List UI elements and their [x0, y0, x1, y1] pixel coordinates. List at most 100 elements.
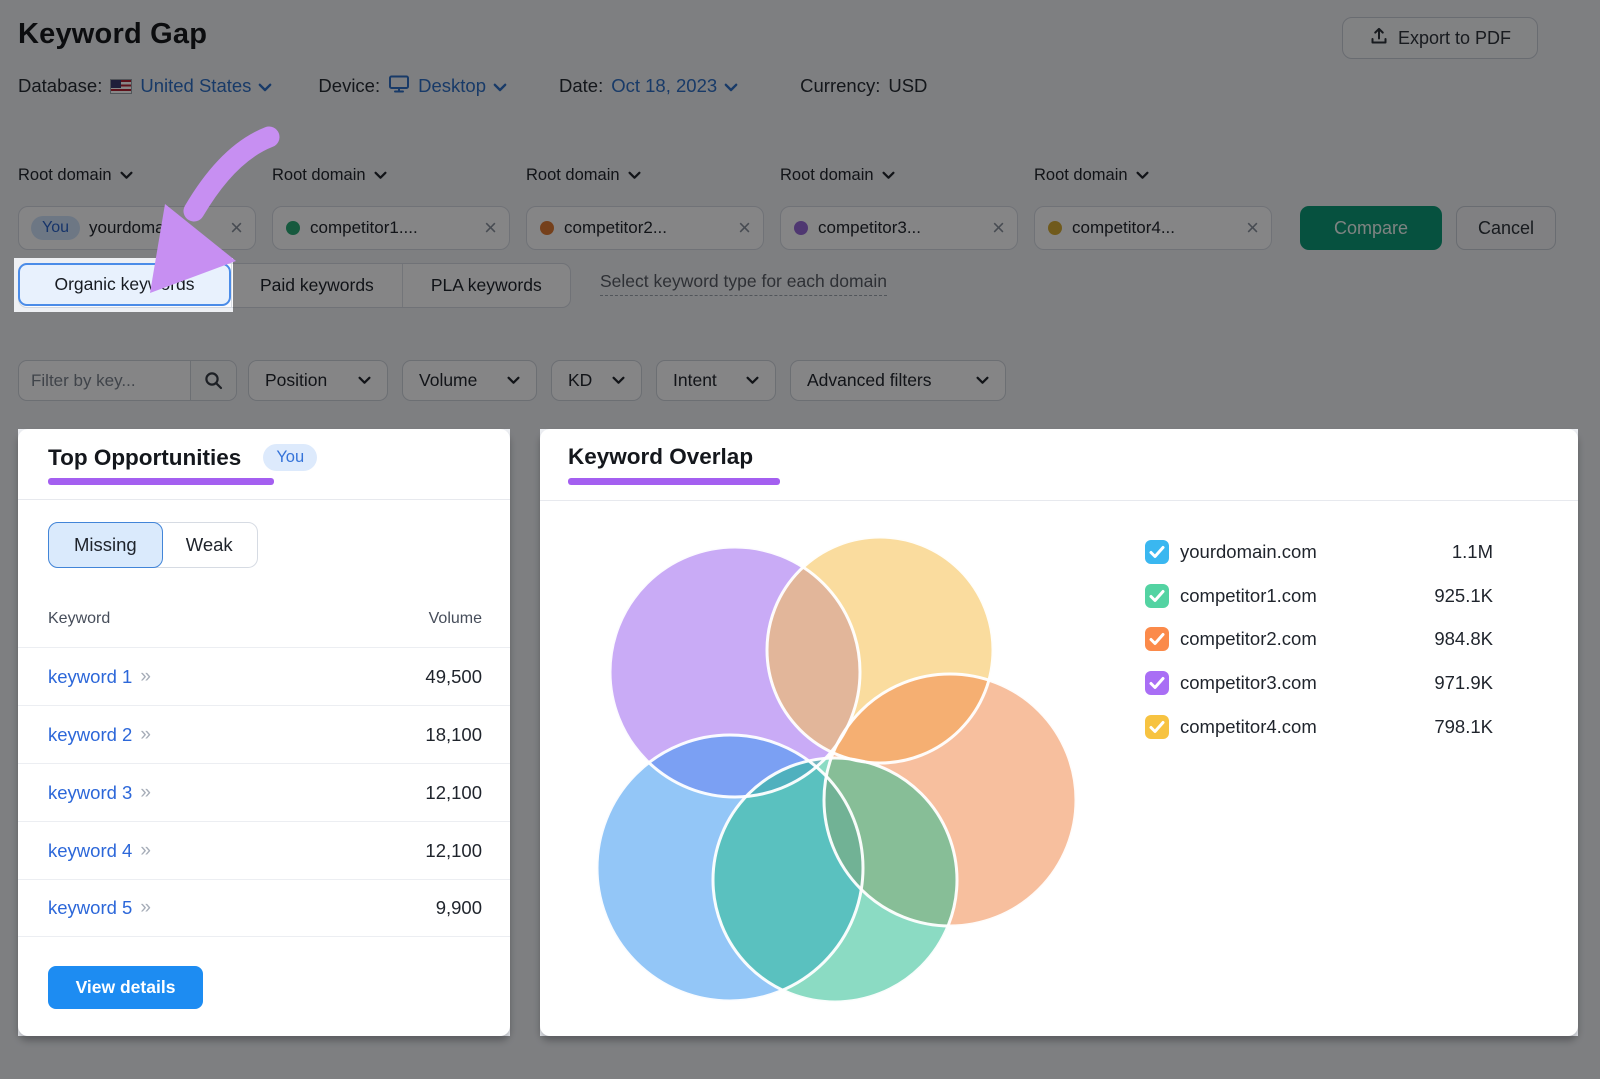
root-domain-dropdown-1[interactable]: Root domain	[18, 166, 133, 185]
legend-domain: competitor4.com	[1180, 716, 1317, 738]
checked-checkbox-icon[interactable]	[1145, 627, 1169, 651]
us-flag-icon	[110, 79, 132, 94]
keyword-link[interactable]: keyword 4	[48, 840, 132, 862]
export-to-pdf-button[interactable]: Export to PDF	[1342, 17, 1538, 59]
remove-domain-icon[interactable]: ×	[484, 217, 497, 239]
open-keyword-icon[interactable]: »	[140, 897, 150, 919]
keyword-link[interactable]: keyword 2	[48, 724, 132, 746]
legend-keyword-count: 984.8K	[1434, 628, 1493, 650]
domain-chip-competitor2[interactable]: competitor2... ×	[526, 206, 764, 250]
intent-filter-dropdown[interactable]: Intent	[656, 360, 776, 401]
legend-keyword-count: 798.1K	[1434, 716, 1493, 738]
column-header-volume: Volume	[429, 610, 482, 628]
search-button[interactable]	[190, 361, 236, 400]
table-row: keyword 4 » 12,100	[18, 821, 510, 879]
device-value[interactable]: Desktop	[418, 75, 486, 97]
chevron-down-icon	[507, 376, 520, 385]
date-label: Date:	[559, 75, 603, 97]
remove-domain-icon[interactable]: ×	[230, 217, 243, 239]
advanced-filters-dropdown[interactable]: Advanced filters	[790, 360, 1006, 401]
you-badge: You	[263, 444, 317, 471]
domain-color-dot	[1047, 220, 1063, 236]
database-value[interactable]: United States	[140, 75, 251, 97]
domain-color-dot	[793, 220, 809, 236]
root-domain-dropdown-2[interactable]: Root domain	[272, 166, 387, 185]
volume-filter-dropdown[interactable]: Volume	[402, 360, 537, 401]
compare-button[interactable]: Compare	[1300, 206, 1442, 250]
divider	[540, 500, 1578, 501]
root-domain-dropdown-5[interactable]: Root domain	[1034, 166, 1149, 185]
device-selector[interactable]: Device: Desktop	[318, 74, 507, 99]
open-keyword-icon[interactable]: »	[140, 666, 150, 688]
toggle-weak[interactable]: Weak	[162, 523, 257, 567]
report-settings-bar: Database: United States Device: Desktop	[18, 72, 927, 100]
chevron-down-icon	[374, 171, 387, 180]
keyword-volume: 12,100	[425, 840, 482, 862]
legend-domain: yourdomain.com	[1180, 541, 1317, 563]
legend-keyword-count: 925.1K	[1434, 585, 1493, 607]
annotation-underline	[568, 478, 780, 485]
keyword-link[interactable]: keyword 3	[48, 782, 132, 804]
chevron-down-icon	[882, 171, 895, 180]
tab-organic-keywords[interactable]: Organic keywords	[18, 263, 231, 306]
keyword-volume: 9,900	[436, 897, 482, 919]
domain-chip-competitor1[interactable]: competitor1.... ×	[272, 206, 510, 250]
domain-chip-text: yourdoma...	[89, 218, 179, 238]
kd-filter-dropdown[interactable]: KD	[551, 360, 642, 401]
checked-checkbox-icon[interactable]	[1145, 671, 1169, 695]
date-value[interactable]: Oct 18, 2023	[611, 75, 717, 97]
keyword-overlap-venn-chart[interactable]	[560, 505, 1100, 1030]
keyword-filter-input[interactable]	[19, 371, 190, 391]
chevron-down-icon	[746, 376, 759, 385]
checked-checkbox-icon[interactable]	[1145, 715, 1169, 739]
divider	[18, 499, 510, 500]
position-filter-dropdown[interactable]: Position	[248, 360, 388, 401]
view-details-button[interactable]: View details	[48, 966, 203, 1009]
date-selector[interactable]: Date: Oct 18, 2023	[559, 75, 738, 97]
tab-pla-keywords[interactable]: PLA keywords	[402, 264, 570, 307]
legend-domain: competitor1.com	[1180, 585, 1317, 607]
you-badge: You	[31, 216, 80, 240]
domain-chip-competitor3[interactable]: competitor3... ×	[780, 206, 1018, 250]
table-row: keyword 1 » 49,500	[18, 647, 510, 705]
legend-item-competitor1: competitor1.com 925.1K	[1145, 582, 1493, 610]
chevron-down-icon	[258, 75, 272, 97]
domain-chip-text: competitor2...	[564, 218, 667, 238]
currency-display: Currency: USD	[800, 75, 927, 97]
cancel-button[interactable]: Cancel	[1456, 206, 1556, 250]
keyword-volume: 18,100	[425, 724, 482, 746]
remove-domain-icon[interactable]: ×	[1246, 217, 1259, 239]
legend-keyword-count: 1.1M	[1452, 541, 1493, 563]
keyword-volume: 49,500	[425, 666, 482, 688]
keyword-link[interactable]: keyword 1	[48, 666, 132, 688]
top-opportunities-title: Top Opportunities	[48, 445, 241, 471]
select-keyword-type-link[interactable]: Select keyword type for each domain	[600, 271, 887, 296]
export-icon	[1369, 26, 1389, 51]
open-keyword-icon[interactable]: »	[140, 840, 150, 862]
domain-chip-text: competitor1....	[310, 218, 418, 238]
keyword-link[interactable]: keyword 5	[48, 897, 132, 919]
open-keyword-icon[interactable]: »	[140, 724, 150, 746]
desktop-icon	[388, 74, 410, 99]
root-domain-dropdown-3[interactable]: Root domain	[526, 166, 641, 185]
database-selector[interactable]: Database: United States	[18, 75, 272, 97]
keyword-overlap-card: Keyword Overlap	[540, 429, 1578, 1036]
tab-paid-keywords[interactable]: Paid keywords	[231, 264, 402, 307]
domain-chip-competitor4[interactable]: competitor4... ×	[1034, 206, 1272, 250]
checked-checkbox-icon[interactable]	[1145, 540, 1169, 564]
toggle-missing[interactable]: Missing	[48, 522, 163, 568]
domain-chip-yourdomain[interactable]: You yourdoma... ×	[18, 206, 256, 250]
checked-checkbox-icon[interactable]	[1145, 584, 1169, 608]
chevron-down-icon	[120, 171, 133, 180]
database-label: Database:	[18, 75, 102, 97]
remove-domain-icon[interactable]: ×	[992, 217, 1005, 239]
currency-label: Currency:	[800, 75, 880, 97]
legend-domain: competitor3.com	[1180, 672, 1317, 694]
keyword-type-tabs: Organic keywords Paid keywords PLA keywo…	[18, 263, 571, 308]
domain-color-dot	[285, 220, 301, 236]
remove-domain-icon[interactable]: ×	[738, 217, 751, 239]
root-domain-dropdown-4[interactable]: Root domain	[780, 166, 895, 185]
open-keyword-icon[interactable]: »	[140, 782, 150, 804]
top-opportunities-card: Top Opportunities You Missing Weak Keywo…	[18, 429, 510, 1036]
keyword-filter-field	[18, 360, 237, 401]
